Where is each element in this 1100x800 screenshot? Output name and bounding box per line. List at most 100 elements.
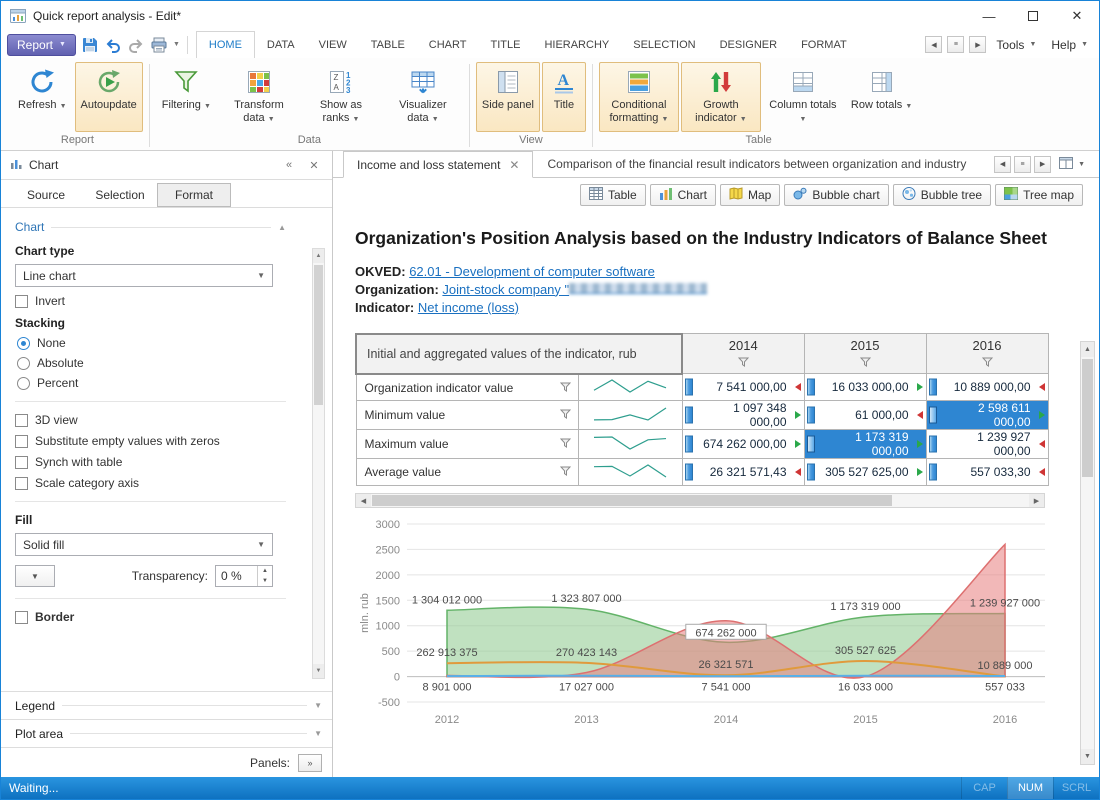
spin-down-icon[interactable]: ▼ (258, 576, 272, 586)
print-button[interactable] (150, 35, 169, 54)
save-button[interactable] (81, 35, 100, 54)
fill-type-select[interactable]: Solid fill▼ (15, 533, 273, 556)
scrollbar-thumb[interactable] (314, 265, 323, 405)
layout-select-button[interactable]: ▼ (1054, 157, 1090, 172)
tab-list-button[interactable]: ≡ (1014, 156, 1031, 173)
section-legend[interactable]: Legend▼ (1, 691, 332, 719)
section-plot-area[interactable]: Plot area▼ (1, 719, 332, 747)
value-cell[interactable]: 1 097 348 000,00 (682, 401, 804, 430)
ribbon-button-show-as-ranks[interactable]: ZA123Show as ranks ▼ (301, 62, 381, 132)
ribbon-button-row-totals[interactable]: Row totals ▼ (845, 62, 918, 132)
row-label-maximum-value[interactable]: Maximum value (356, 430, 578, 459)
value-cell[interactable]: 557 033,30 (926, 459, 1048, 486)
scroll-left-icon[interactable]: ◀ (356, 494, 371, 507)
doc-tab-income-statement[interactable]: Income and loss statement✕ (343, 151, 533, 178)
ribbon-tab-data[interactable]: DATA (255, 31, 307, 58)
nav-prev-button[interactable]: ◀ (925, 36, 942, 53)
nav-list-button[interactable]: ≡ (947, 36, 964, 53)
print-dropdown-icon[interactable]: ▼ (173, 41, 180, 48)
fill-color-select[interactable]: ▼ (15, 565, 55, 587)
ribbon-tab-hierarchy[interactable]: HIERARCHY (532, 31, 621, 58)
scroll-up-icon[interactable]: ▲ (1081, 342, 1094, 357)
report-menu-button[interactable]: Report▼ (7, 34, 76, 56)
substitute-empty-checkbox[interactable]: Substitute empty values with zeros (15, 434, 286, 448)
value-cell[interactable]: 10 889 000,00 (926, 374, 1048, 401)
synch-with-table-checkbox[interactable]: Synch with table (15, 455, 286, 469)
value-cell[interactable]: 7 541 000,00 (682, 374, 804, 401)
okved-link[interactable]: 62.01 - Development of computer software (409, 264, 655, 279)
ribbon-button-growth-indicator[interactable]: Growth indicator ▼ (681, 62, 761, 132)
scroll-down-icon[interactable]: ▼ (313, 664, 324, 678)
ribbon-tab-title[interactable]: TITLE (478, 31, 532, 58)
filter-funnel-icon[interactable] (560, 408, 571, 422)
ribbon-button-transform-data[interactable]: Transform data ▼ (219, 62, 299, 132)
3d-view-checkbox[interactable]: 3D view (15, 413, 286, 427)
ribbon-tab-table[interactable]: TABLE (359, 31, 417, 58)
view-button-map[interactable]: Map (720, 184, 780, 206)
redo-button[interactable] (127, 35, 146, 54)
scrollbar-thumb[interactable] (1082, 359, 1093, 477)
tab-scroll-left-button[interactable]: ◀ (994, 156, 1011, 173)
ribbon-tab-designer[interactable]: DESIGNER (708, 31, 789, 58)
transparency-spinner[interactable]: 0 % ▲▼ (215, 565, 273, 587)
ribbon-button-conditional-formatting[interactable]: Conditional formatting ▼ (599, 62, 679, 132)
ribbon-button-visualizer-data[interactable]: Visualizer data ▼ (383, 62, 463, 132)
maximize-button[interactable] (1011, 1, 1055, 31)
value-cell[interactable]: 674 262 000,00 (682, 430, 804, 459)
ribbon-tab-format[interactable]: FORMAT (789, 31, 859, 58)
row-label-minimum-value[interactable]: Minimum value (356, 401, 578, 430)
horizontal-scrollbar[interactable]: ◀ ▶ (355, 493, 1045, 508)
help-menu[interactable]: Help▼ (1046, 38, 1093, 52)
collapse-panel-button[interactable]: « (280, 159, 298, 171)
organization-link[interactable]: Joint-stock company " (442, 282, 707, 297)
table-corner-header[interactable]: Initial and aggregated values of the ind… (356, 334, 682, 374)
ribbon-tab-home[interactable]: HOME (196, 31, 255, 59)
ribbon-button-column-totals[interactable]: Column totals ▼ (763, 62, 843, 132)
scroll-lock-indicator[interactable]: SCRL (1053, 777, 1099, 799)
value-cell[interactable]: 1 173 319 000,00 (804, 430, 926, 459)
scroll-down-icon[interactable]: ▼ (1081, 749, 1094, 764)
view-button-chart[interactable]: Chart (650, 184, 716, 206)
filter-funnel-icon[interactable] (560, 381, 571, 395)
close-tab-icon[interactable]: ✕ (509, 158, 519, 172)
tab-source[interactable]: Source (9, 183, 83, 207)
ribbon-button-filtering[interactable]: Filtering ▼ (156, 62, 217, 132)
view-button-tree-map[interactable]: Tree map (995, 184, 1083, 206)
stacking-absolute-radio[interactable]: Absolute (17, 356, 286, 370)
num-lock-indicator[interactable]: NUM (1007, 777, 1053, 799)
scrollbar-thumb[interactable] (372, 495, 892, 506)
filter-funnel-icon[interactable] (927, 355, 1048, 370)
year-column-header-2014[interactable]: 2014 (682, 334, 804, 374)
ribbon-tab-selection[interactable]: SELECTION (621, 31, 707, 58)
filter-funnel-icon[interactable] (560, 465, 571, 479)
ribbon-button-refresh[interactable]: Refresh ▼ (12, 62, 73, 132)
value-cell[interactable]: 61 000,00 (804, 401, 926, 430)
value-cell[interactable]: 2 598 611 000,00 (926, 401, 1048, 430)
view-button-table[interactable]: Table (580, 184, 646, 206)
close-panel-button[interactable]: ✕ (305, 159, 323, 172)
value-cell[interactable]: 26 321 571,43 (682, 459, 804, 486)
ribbon-tab-view[interactable]: VIEW (307, 31, 359, 58)
tools-menu[interactable]: Tools▼ (991, 38, 1041, 52)
value-cell[interactable]: 16 033 000,00 (804, 374, 926, 401)
invert-checkbox[interactable]: Invert (15, 294, 286, 308)
indicator-link[interactable]: Net income (loss) (418, 300, 519, 315)
undo-button[interactable] (104, 35, 123, 54)
chart-type-select[interactable]: Line chart▼ (15, 264, 273, 287)
section-chart[interactable]: Chart ▲ (15, 220, 286, 234)
ribbon-button-title[interactable]: ATitle (542, 62, 586, 132)
scale-category-axis-checkbox[interactable]: Scale category axis (15, 476, 286, 490)
panels-expand-button[interactable]: » (298, 754, 322, 772)
tab-scroll-right-button[interactable]: ▶ (1034, 156, 1051, 173)
view-button-bubble-chart[interactable]: Bubble chart (784, 184, 888, 206)
doc-tab-comparison[interactable]: Comparison of the financial result indic… (533, 151, 980, 177)
minimize-button[interactable]: — (967, 1, 1011, 31)
nav-next-button[interactable]: ▶ (969, 36, 986, 53)
year-column-header-2016[interactable]: 2016 (926, 334, 1048, 374)
panel-scrollbar[interactable]: ▲ ▼ (312, 248, 325, 679)
stacking-none-radio[interactable]: None (17, 336, 286, 350)
row-label-average-value[interactable]: Average value (356, 459, 578, 486)
caps-lock-indicator[interactable]: CAP (961, 777, 1007, 799)
tab-selection[interactable]: Selection (83, 183, 157, 207)
ribbon-tab-chart[interactable]: CHART (417, 31, 479, 58)
